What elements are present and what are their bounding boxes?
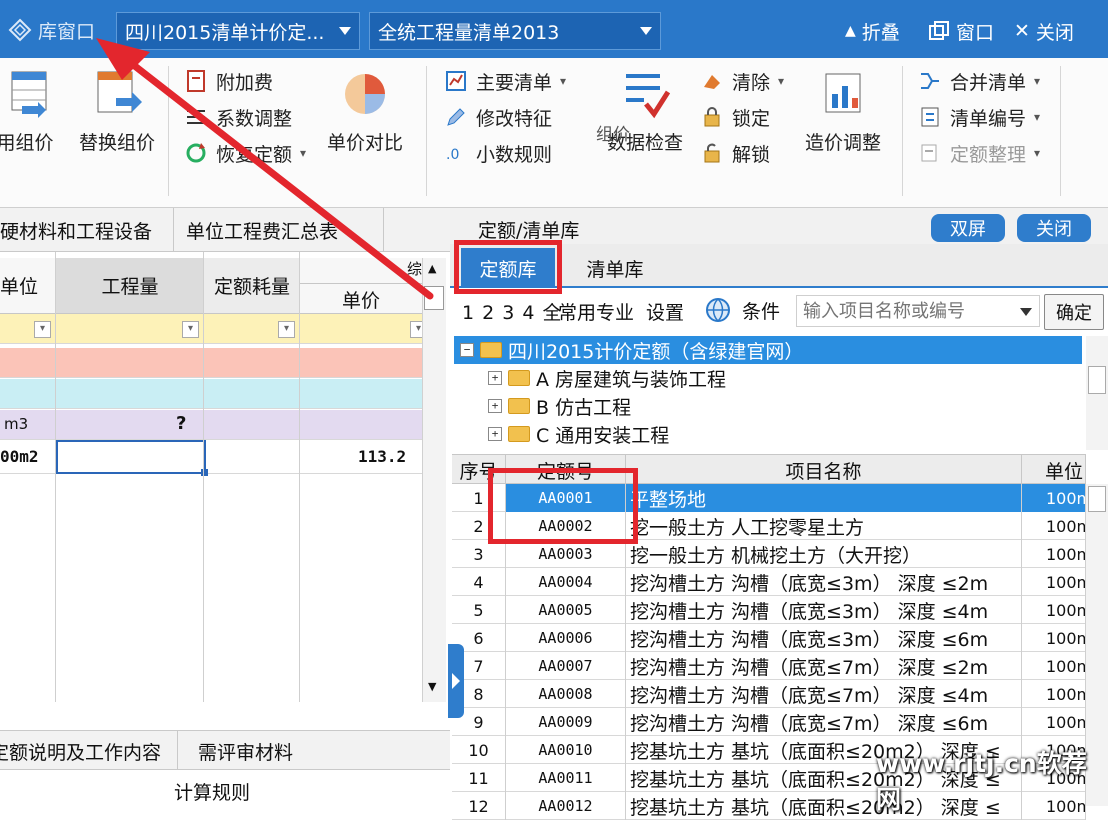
red-arrow-annotation — [96, 38, 434, 300]
watermark-text: www.rjtj.cn软荐网 — [876, 749, 1087, 814]
highlight-box-quota-tab — [454, 240, 562, 294]
highlight-box-code-column — [488, 468, 638, 544]
